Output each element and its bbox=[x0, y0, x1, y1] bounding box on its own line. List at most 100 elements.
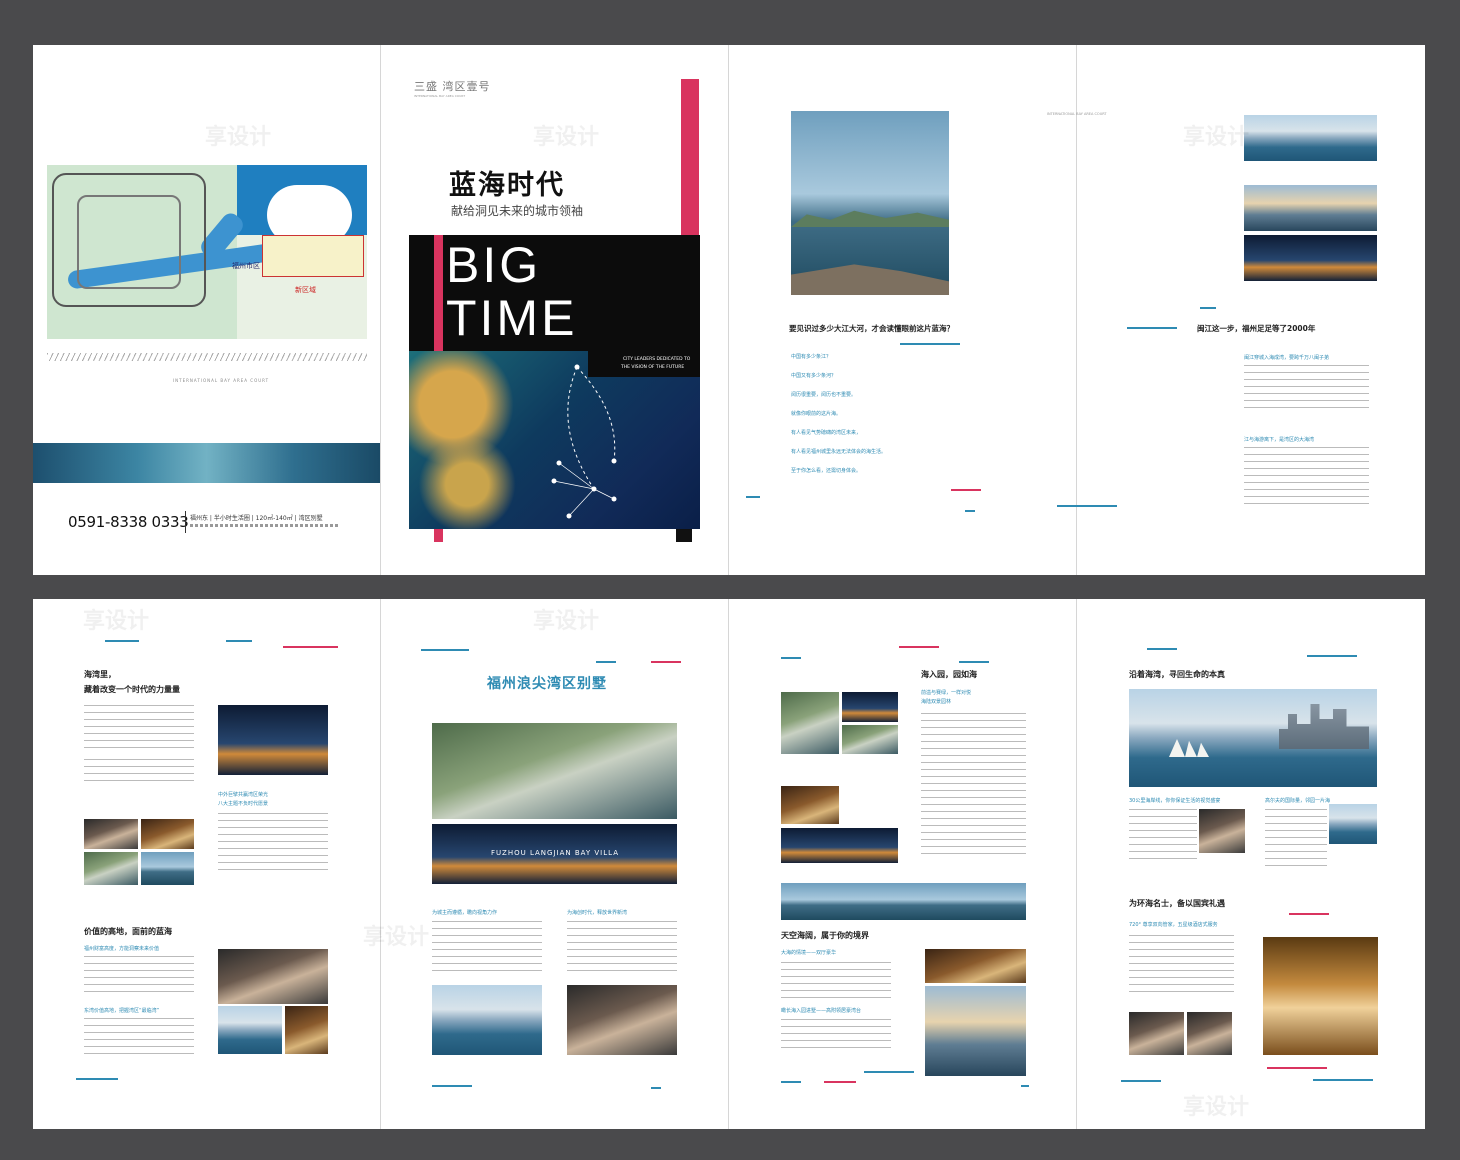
page8-sub: 30公里海岸线，你你保证生活的视觉盛宴 bbox=[1129, 798, 1221, 804]
villa-title: 福州浪尖湾区别墅 bbox=[487, 676, 607, 692]
party-photo bbox=[567, 985, 677, 1055]
seascape-photo bbox=[781, 883, 1026, 920]
pool-photo bbox=[1329, 804, 1377, 844]
lifestyle-photo bbox=[141, 852, 194, 885]
service-photo bbox=[1187, 1012, 1232, 1055]
body-line: 中国有多少条江？ bbox=[791, 354, 832, 360]
accent-line bbox=[1267, 1067, 1327, 1069]
accent-line bbox=[1127, 327, 1177, 329]
body-line: 至于你怎么看，还需切身体会。 bbox=[791, 468, 862, 474]
accent-line bbox=[651, 661, 681, 663]
body-copy bbox=[84, 956, 194, 996]
hotel-lobby-photo bbox=[1263, 937, 1378, 1055]
bottom-spread: 海湾里， 藏着改变一个时代的力量量 中外巨擘共赢湾区荣光 八大主题不负时代愿景 … bbox=[33, 599, 1425, 1129]
page5-sub: 八大主题不负时代愿景 bbox=[218, 801, 269, 807]
accent-line bbox=[1057, 505, 1117, 507]
body-line: 有人看见福州城里永远无法体会的海生活。 bbox=[791, 449, 887, 455]
page-3: 要见识过多少大江大河，才会读懂眼前这片蓝海？ 中国有多少条江？ 中国又有多少条河… bbox=[729, 45, 1076, 575]
body-copy bbox=[1265, 809, 1327, 869]
accent-line bbox=[651, 1087, 661, 1089]
route-map-icon bbox=[551, 364, 617, 519]
info-line: 福州东 | 半小时生活圈 | 120㎡-140㎡ | 湾区别墅 bbox=[190, 515, 323, 522]
lifestyle-photo bbox=[84, 852, 138, 885]
satellite-image bbox=[409, 351, 700, 529]
villa-photo bbox=[842, 725, 898, 754]
page-5: 海湾里， 藏着改变一个时代的力量量 中外巨擘共赢湾区荣光 八大主题不负时代愿景 … bbox=[33, 599, 380, 1129]
accent-line bbox=[226, 640, 252, 642]
accent-line bbox=[421, 649, 469, 651]
body-copy bbox=[84, 759, 194, 783]
page5-sub: 东湾价值高地，把握湾区“最临湾” bbox=[84, 1008, 160, 1014]
interior-photo bbox=[781, 786, 839, 824]
cover-page: 三盛 湾区壹号 INTERNATIONAL BAY AREA COURT 蓝海时… bbox=[381, 45, 728, 575]
page7-sub: 海陆双景园林 bbox=[921, 699, 952, 705]
brand-sub: INTERNATIONAL BAY AREA COURT bbox=[414, 94, 466, 98]
accent-bar bbox=[681, 79, 699, 235]
body-copy bbox=[781, 1019, 891, 1049]
page8-title: 沿着海湾，寻回生命的本真 bbox=[1129, 670, 1225, 679]
page4-sub: 江与海游离下，是湾区的大海湾 bbox=[1244, 437, 1315, 443]
page6-sub: 为海创时代，释放世界新湾 bbox=[567, 910, 628, 916]
accent-line bbox=[965, 510, 975, 512]
building-photo bbox=[925, 986, 1026, 1076]
time-text: TIME bbox=[446, 290, 578, 346]
accent-line bbox=[781, 657, 801, 659]
hatch-divider bbox=[47, 353, 367, 361]
tagline-box bbox=[588, 351, 700, 377]
top-spread: 福州市区 新区域 INTERNATIONAL BAY AREA COURT 05… bbox=[33, 45, 1425, 575]
accent-line bbox=[781, 1081, 801, 1083]
accent-line bbox=[1121, 1080, 1161, 1082]
page-7: 海入园，园如海 前溢与赛绿，一样对悦 海陆双景园林 天空海阔，属于你的境界 大海… bbox=[729, 599, 1076, 1129]
sydney-harbour-photo bbox=[1129, 689, 1377, 787]
body-copy bbox=[1244, 447, 1369, 509]
big-text: BIG bbox=[446, 237, 542, 293]
page7-sub: 瞰长海入园进墅——高附领居豪湾台 bbox=[781, 1008, 862, 1014]
body-line: 就像你眼前的这片海。 bbox=[791, 411, 842, 417]
bridge-night-photo bbox=[1244, 235, 1377, 281]
banner-text: FUZHOU LANGJIAN BAY VILLA bbox=[491, 849, 619, 857]
body-copy bbox=[432, 921, 542, 973]
tagline-line-1: CITY LEADERS DEDICATED TO bbox=[623, 357, 691, 362]
dinner-photo bbox=[285, 1006, 328, 1054]
accent-line bbox=[283, 646, 338, 648]
accent-line bbox=[1200, 307, 1216, 309]
cover-title: 蓝海时代 bbox=[449, 170, 565, 201]
page8-title: 为环海名士，备以国宾礼遇 bbox=[1129, 899, 1225, 908]
corner-block bbox=[676, 529, 692, 542]
accent-line bbox=[951, 489, 981, 491]
aerial-rendering-photo bbox=[432, 723, 677, 819]
body-copy bbox=[1129, 809, 1197, 859]
small-caption: INTERNATIONAL BAY AREA COURT bbox=[1047, 112, 1107, 116]
accent-line bbox=[746, 496, 760, 498]
bay-aerial-photo bbox=[218, 1006, 282, 1054]
accent-line bbox=[76, 1078, 118, 1080]
page5-sub: 福州财富高度，方能洞察未来价值 bbox=[84, 946, 160, 952]
body-copy bbox=[567, 921, 677, 973]
body-line: 阅历很重要，阅历也不重要。 bbox=[791, 392, 857, 398]
accent-line bbox=[899, 646, 939, 648]
page6-sub: 为城主而遵循，瞻向视角力作 bbox=[432, 910, 498, 916]
page4-sub: 闽江穿城入海成湾，要跨千万八闽子弟 bbox=[1244, 355, 1330, 361]
accent-line bbox=[900, 343, 960, 345]
accent-line bbox=[1289, 913, 1329, 915]
body-copy bbox=[921, 713, 1026, 858]
accent-line bbox=[105, 640, 139, 642]
burj-al-arab-photo bbox=[432, 985, 542, 1055]
page-6: 福州浪尖湾区别墅 FUZHOU LANGJIAN BAY VILLA 为城主而遵… bbox=[381, 599, 728, 1129]
page5-title: 价值的高地，面前的蓝海 bbox=[84, 927, 172, 936]
body-copy bbox=[84, 1018, 194, 1058]
accent-line bbox=[596, 661, 616, 663]
skyline-photo bbox=[218, 705, 328, 775]
lifestyle-photo bbox=[141, 819, 194, 849]
phone-number: 0591-8338 0333 bbox=[68, 513, 189, 531]
page-8: 沿着海湾，寻回生命的本真 30公里海岸线，你你保证生活的视觉盛宴 高尔夫的国际量… bbox=[1077, 599, 1425, 1129]
page5-title: 藏着改变一个时代的力量量 bbox=[84, 685, 180, 694]
coastline-photo bbox=[1244, 115, 1377, 161]
fisherman-photo bbox=[791, 111, 949, 295]
butler-photo bbox=[1129, 1012, 1184, 1055]
body-line: 有人看见气势磅礴的湾区未来， bbox=[791, 430, 862, 436]
city-photo bbox=[1244, 185, 1377, 231]
page7-title: 天空海阔，属于你的境界 bbox=[781, 931, 869, 940]
small-caption: INTERNATIONAL BAY AREA COURT bbox=[173, 378, 270, 383]
location-map: 福州市区 新区域 bbox=[47, 165, 367, 339]
